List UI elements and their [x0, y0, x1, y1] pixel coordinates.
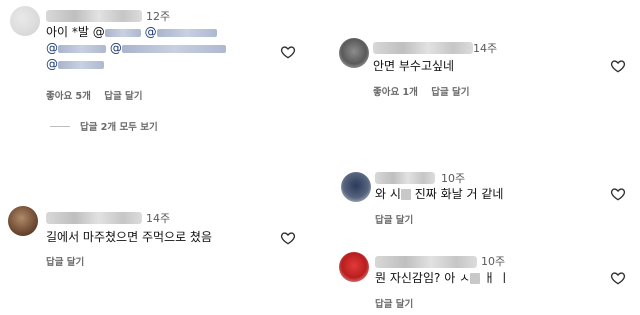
reply-button[interactable]: 답글 달기	[431, 87, 469, 98]
avatar[interactable]	[339, 38, 369, 68]
mention-blurred[interactable]	[58, 44, 106, 53]
mention-at: @	[144, 25, 157, 39]
comment-text-line3: @	[46, 56, 104, 73]
view-replies-line	[50, 126, 70, 127]
comment-text: 아이 *발 @ @	[46, 24, 217, 41]
username-blurred[interactable]	[373, 42, 473, 54]
avatar[interactable]	[10, 6, 40, 36]
reply-button[interactable]: 답글 달기	[46, 257, 84, 268]
mention-blurred[interactable]	[104, 28, 141, 37]
avatar[interactable]	[8, 206, 38, 236]
heart-outline-icon[interactable]	[610, 58, 626, 74]
comment-text-part: 뭔 자신감임? 아 ㅅ	[375, 271, 471, 285]
comment-text-lead: 아이 *발 @	[46, 25, 105, 39]
panel-divider	[318, 0, 322, 315]
comment-meta: 좋아요 5개 답글 달기	[46, 88, 152, 102]
avatar[interactable]	[341, 172, 371, 202]
view-replies-button[interactable]: 답글 2개 모두 보기	[80, 119, 158, 133]
comment-time: 10주	[481, 255, 506, 268]
comment-time: 14주	[146, 212, 171, 225]
comment-text: 길에서 마주쳤으면 주먹으로 쳤음	[46, 230, 213, 244]
username-blurred[interactable]	[375, 172, 435, 184]
comment-text: 와 시 진짜 화날 거 같네	[375, 186, 503, 203]
reply-button[interactable]: 답글 달기	[375, 299, 413, 310]
heart-outline-icon[interactable]	[280, 230, 296, 246]
comments-panel-right: 14주 안면 부수고싶네 좋아요 1개 답글 달기 10주 와 시 진짜 화날 …	[327, 0, 640, 315]
comment-time: 10주	[441, 172, 466, 185]
reply-button[interactable]: 답글 달기	[104, 91, 142, 102]
like-count[interactable]: 좋아요 1개	[373, 87, 418, 98]
comments-panel-left: 12주 아이 *발 @ @ @ @ @ 좋아요 5개 답글 달기 답글 2개 모…	[0, 0, 313, 315]
avatar[interactable]	[339, 252, 369, 282]
heart-outline-icon[interactable]	[610, 270, 626, 286]
censored-blur	[470, 273, 481, 284]
username-blurred[interactable]	[375, 256, 477, 268]
comment-text-part: 와 시	[375, 187, 401, 201]
username-blurred[interactable]	[46, 212, 142, 224]
mention-blurred[interactable]	[58, 60, 104, 69]
mention-blurred[interactable]	[156, 28, 217, 37]
comment-time: 12주	[146, 10, 171, 23]
comment-text-part: ㅐ ㅣ	[480, 271, 510, 285]
mention-at: @	[109, 41, 122, 55]
comment-meta: 답글 달기	[375, 212, 423, 226]
comment-meta: 좋아요 1개 답글 달기	[373, 84, 479, 98]
comment-time: 14주	[473, 42, 498, 55]
heart-outline-icon[interactable]	[280, 44, 296, 60]
comment-text: 뭔 자신감임? 아 ㅅ ㅐ ㅣ	[375, 270, 510, 287]
reply-button[interactable]: 답글 달기	[375, 215, 413, 226]
mention-blurred[interactable]	[121, 44, 226, 53]
comment-text: 안면 부수고싶네	[373, 59, 455, 73]
mention-at: @	[46, 41, 58, 55]
censored-blur	[400, 189, 411, 200]
comment-meta: 답글 달기	[375, 296, 423, 310]
comment-meta: 답글 달기	[46, 254, 94, 268]
comment-text-line2: @ @	[46, 40, 226, 57]
comment-text-part: 진짜 화날 거 같네	[410, 187, 504, 201]
heart-outline-icon[interactable]	[610, 186, 626, 202]
like-count[interactable]: 좋아요 5개	[46, 91, 91, 102]
mention-at: @	[46, 57, 58, 71]
username-blurred[interactable]	[46, 10, 142, 22]
